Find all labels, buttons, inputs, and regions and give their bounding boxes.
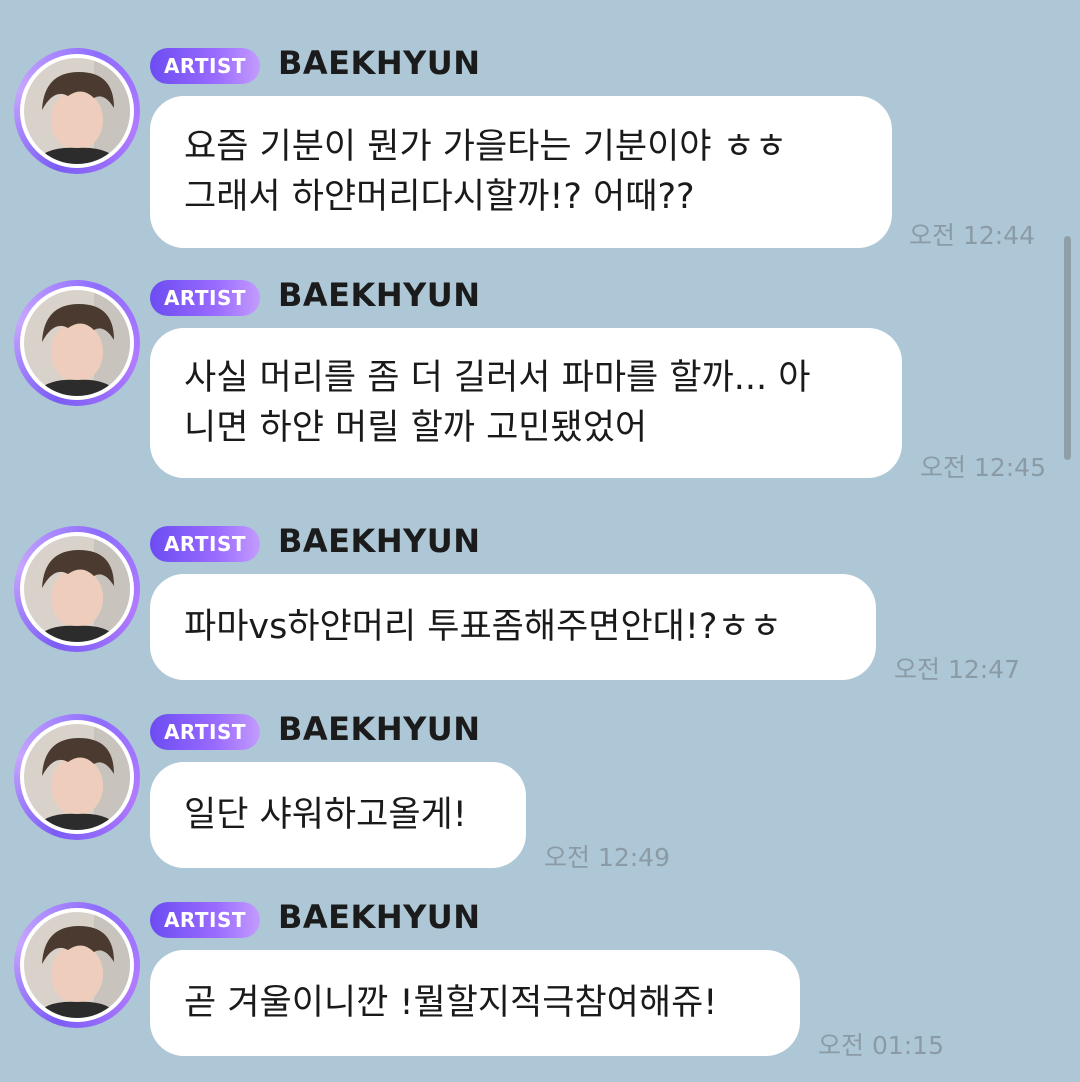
message-time: 오전 12:44 <box>909 221 1035 250</box>
avatar[interactable] <box>14 902 140 1028</box>
message-time: 오전 01:15 <box>818 1031 944 1060</box>
profile-photo-icon <box>24 912 130 1018</box>
sender-name[interactable]: BAEKHYUN <box>278 276 481 314</box>
message-bubble[interactable]: 요즘 기분이 뭔가 가을타는 기분이야 ㅎㅎ 그래서 하얀머리다시할까!? 어때… <box>150 96 892 248</box>
scrollbar[interactable] <box>1064 236 1071 460</box>
message-bubble[interactable]: 일단 샤워하고올게! <box>150 762 526 868</box>
message-bubble[interactable]: 사실 머리를 좀 더 길러서 파마를 할까... 아 니면 하얀 머릴 할까 고… <box>150 328 902 478</box>
profile-photo-icon <box>24 724 130 830</box>
message-time: 오전 12:49 <box>544 843 670 872</box>
artist-badge: ARTIST <box>150 48 260 84</box>
message-time: 오전 12:47 <box>894 655 1020 684</box>
artist-badge: ARTIST <box>150 526 260 562</box>
message-bubble[interactable]: 곧 겨울이니깐 !뭘할지적극참여해쥬! <box>150 950 800 1056</box>
artist-badge: ARTIST <box>150 714 260 750</box>
sender-name[interactable]: BAEKHYUN <box>278 522 481 560</box>
message-bubble[interactable]: 파마vs하얀머리 투표좀해주면안대!?ㅎㅎ <box>150 574 876 680</box>
artist-badge: ARTIST <box>150 280 260 316</box>
artist-badge: ARTIST <box>150 902 260 938</box>
profile-photo-icon <box>24 290 130 396</box>
sender-name[interactable]: BAEKHYUN <box>278 710 481 748</box>
avatar[interactable] <box>14 714 140 840</box>
sender-name[interactable]: BAEKHYUN <box>278 898 481 936</box>
profile-photo-icon <box>24 536 130 642</box>
avatar[interactable] <box>14 280 140 406</box>
message-time: 오전 12:45 <box>920 453 1046 482</box>
avatar[interactable] <box>14 526 140 652</box>
sender-name[interactable]: BAEKHYUN <box>278 44 481 82</box>
profile-photo-icon <box>24 58 130 164</box>
avatar[interactable] <box>14 48 140 174</box>
